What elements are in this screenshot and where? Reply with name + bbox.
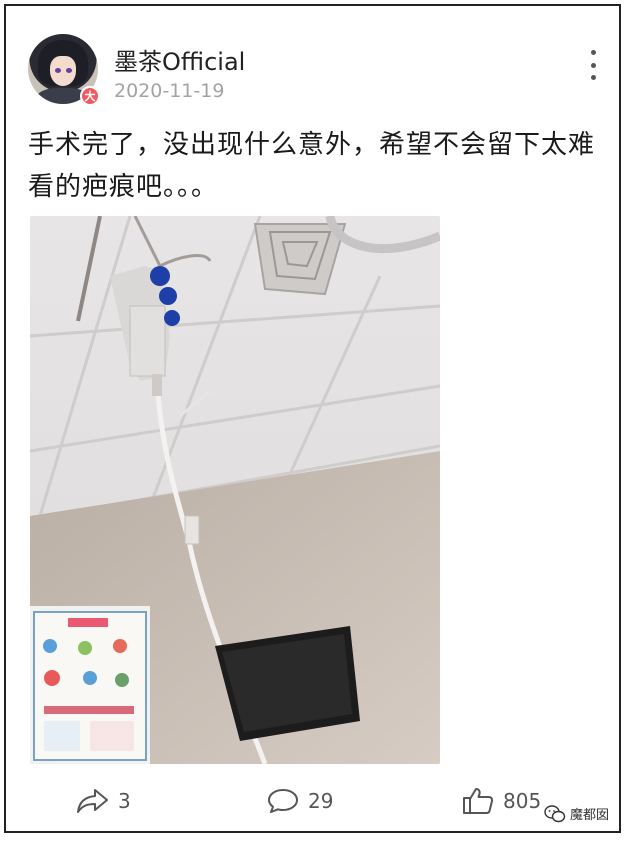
watermark: 魔都囡 xyxy=(543,804,609,823)
share-button[interactable]: 3 xyxy=(76,786,131,816)
verified-badge: 大 xyxy=(80,86,100,106)
comment-button[interactable]: 29 xyxy=(266,786,333,816)
share-arrow-icon xyxy=(77,789,108,813)
avatar-face xyxy=(50,56,76,86)
post-photo[interactable] xyxy=(30,216,440,764)
like-count: 805 xyxy=(503,789,542,813)
post-date: 2020-11-19 xyxy=(114,80,225,102)
avatar-eye-right xyxy=(66,68,72,73)
share-count: 3 xyxy=(118,789,131,813)
comment-count: 29 xyxy=(308,789,334,813)
like-button[interactable]: 805 xyxy=(461,786,541,816)
post-header: 大 墨茶Official 2020-11-19 xyxy=(28,34,603,110)
comment-bubble-icon xyxy=(268,789,298,813)
post-footer: 3 29 805 魔都囡 xyxy=(6,776,619,826)
more-vertical-icon[interactable] xyxy=(583,50,603,80)
username[interactable]: 墨茶Official xyxy=(114,42,245,77)
post-card: 大 墨茶Official 2020-11-19 手术完了，没出现什么意外，希望不… xyxy=(4,4,621,833)
wechat-icon xyxy=(544,804,566,822)
avatar-eye-left xyxy=(55,68,61,73)
thumbs-up-icon xyxy=(463,788,494,814)
iv-drip-photo xyxy=(30,216,440,764)
post-text: 手术完了，没出现什么意外，希望不会留下太难看的疤痕吧。。。 xyxy=(28,130,596,202)
watermark-text: 魔都囡 xyxy=(569,808,609,823)
